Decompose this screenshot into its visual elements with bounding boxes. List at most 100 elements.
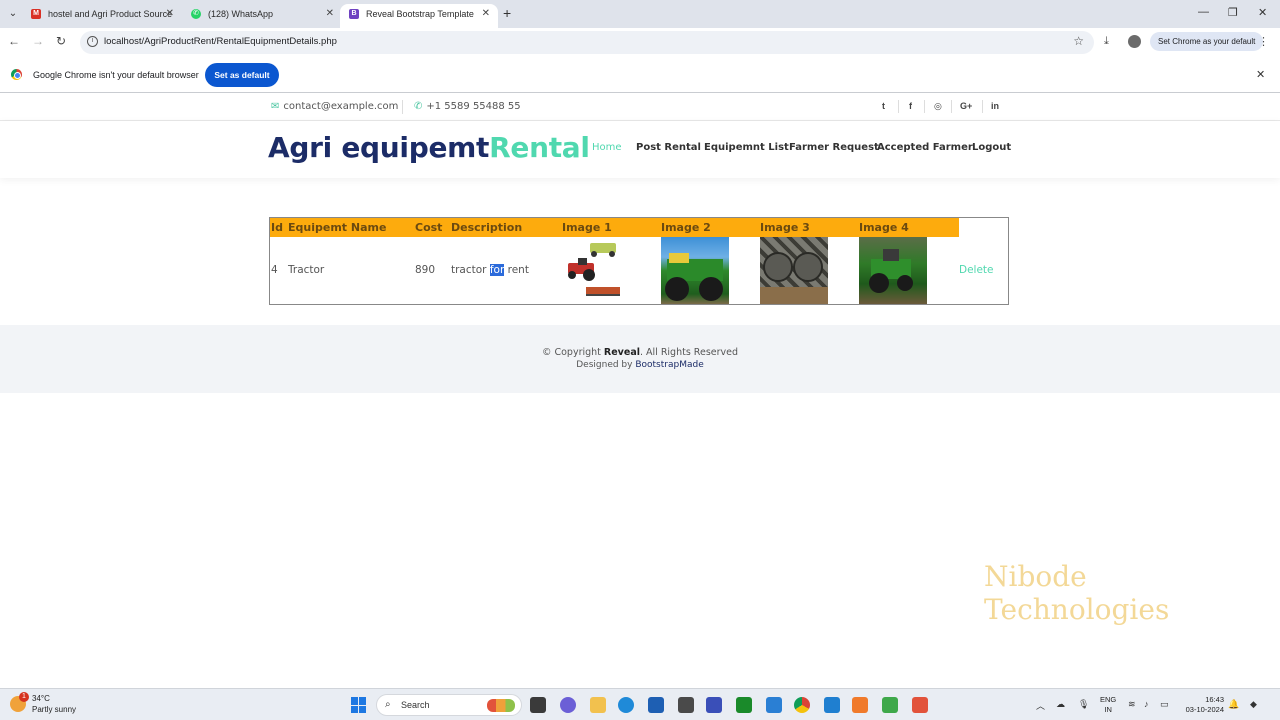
delete-link[interactable]: Delete: [959, 264, 994, 276]
google-plus-icon[interactable]: G+: [960, 101, 972, 111]
col-image-3: Image 3: [760, 221, 810, 234]
col-image-1: Image 1: [562, 221, 612, 234]
nav-equipment-list[interactable]: Equipemnt List: [704, 142, 789, 153]
chrome-icon[interactable]: [794, 697, 810, 713]
site-header: Agri equipemtRental Home Post Rental Equ…: [0, 121, 1280, 178]
system-clock[interactable]: 16:43 03-10-2024: [1180, 695, 1224, 715]
browser-menu-icon[interactable]: ⋮: [1258, 35, 1269, 48]
col-description: Description: [451, 221, 523, 234]
default-browser-infobar: Google Chrome isn't your default browser…: [0, 57, 1280, 93]
nav-post-rental[interactable]: Post Rental: [636, 142, 701, 153]
weather-condition: Partly sunny: [32, 705, 77, 714]
xbox-icon[interactable]: [736, 697, 752, 713]
file-explorer-icon[interactable]: [590, 697, 606, 713]
equipment-image-1: [562, 237, 630, 304]
url-text[interactable]: localhost/AgriProductRent/RentalEquipmen…: [104, 36, 337, 47]
selected-text: for: [489, 264, 505, 276]
tab-search-icon[interactable]: ⌄: [6, 7, 20, 21]
nav-accepted-farmer[interactable]: Accepted Farmer: [877, 142, 973, 153]
tab-reveal[interactable]: B Reveal Bootstrap Template ✕: [340, 4, 498, 28]
col-id: Id: [271, 221, 283, 234]
copyright-text: © Copyright Reveal. All Rights Reserved: [541, 347, 739, 358]
facebook-icon[interactable]: f: [909, 101, 912, 111]
cell-description: tractor for rent: [451, 264, 529, 276]
cell-name: Tractor: [288, 264, 325, 276]
cloud-icon[interactable]: ☁: [1056, 699, 1065, 710]
nav-home[interactable]: Home: [592, 142, 622, 153]
col-image-4: Image 4: [859, 221, 909, 234]
envelope-icon: ✉: [271, 101, 280, 112]
topbar-divider: [402, 100, 403, 114]
social-divider: [951, 100, 952, 113]
copilot-icon[interactable]: ◆: [1250, 699, 1257, 710]
battery-icon[interactable]: ▭: [1160, 699, 1169, 710]
temperature-text: 34°C: [32, 694, 50, 703]
nav-farmer-request[interactable]: Farmer Request: [789, 142, 879, 153]
set-chrome-default-chip[interactable]: Set Chrome as your default: [1150, 32, 1264, 51]
cell-id: 4: [271, 264, 278, 276]
close-icon[interactable]: ✕: [482, 4, 490, 24]
equipment-image-2: [661, 237, 729, 304]
nav-logout[interactable]: Logout: [972, 142, 1011, 153]
table-header: Id Equipemt Name Cost Description Image …: [270, 218, 959, 237]
taskbar-search[interactable]: ⌕ Search: [376, 694, 522, 716]
address-bar[interactable]: i localhost/AgriProductRent/RentalEquipm…: [80, 31, 1094, 54]
volume-icon[interactable]: ♪: [1144, 699, 1149, 709]
bootstrap-icon: B: [349, 9, 359, 19]
col-name: Equipemt Name: [288, 221, 387, 234]
instagram-icon[interactable]: ◎: [934, 101, 942, 112]
windows-start-icon[interactable]: [351, 697, 367, 713]
tab-whatsapp[interactable]: ✆ (128) WhatsApp ✕: [182, 4, 342, 28]
social-divider: [924, 100, 925, 113]
wifi-icon[interactable]: ≋: [1128, 699, 1136, 710]
app-icon[interactable]: [678, 697, 694, 713]
site-footer: © Copyright Reveal. All Rights Reserved …: [0, 325, 1280, 393]
profile-avatar[interactable]: [1128, 35, 1141, 48]
restore-icon[interactable]: ❐: [1228, 6, 1238, 19]
close-icon[interactable]: ✕: [166, 4, 174, 24]
site-logo[interactable]: Agri equipemtRental: [268, 131, 590, 164]
search-icon: ⌕: [385, 699, 391, 710]
notification-bell-icon[interactable]: 🔔: [1228, 699, 1239, 710]
forward-icon[interactable]: →: [32, 34, 44, 48]
download-icon[interactable]: ⤓: [1104, 35, 1109, 48]
back-icon[interactable]: ←: [8, 34, 20, 48]
chevron-up-icon[interactable]: ︿: [1036, 699, 1045, 712]
contact-email[interactable]: ✉ contact@example.com: [271, 101, 398, 112]
microphone-icon[interactable]: 🎙: [1078, 699, 1089, 710]
search-highlight-icon: [487, 699, 515, 712]
close-icon[interactable]: ✕: [326, 4, 334, 24]
app-icon[interactable]: [912, 697, 928, 713]
app-icon[interactable]: [706, 697, 722, 713]
chrome-logo-icon: [11, 69, 22, 80]
social-divider: [982, 100, 983, 113]
site-topbar: ✉ contact@example.com ✆ +1 5589 55488 55 t…: [0, 94, 1280, 121]
equipment-table: Id Equipemt Name Cost Description Image …: [269, 217, 1009, 305]
linkedin-icon[interactable]: in: [991, 101, 999, 111]
minimize-icon[interactable]: —: [1198, 6, 1209, 18]
equipment-image-4: [859, 237, 927, 304]
chat-icon[interactable]: [560, 697, 576, 713]
vscode-icon[interactable]: [824, 697, 840, 713]
site-info-icon[interactable]: i: [87, 36, 98, 47]
bootstrapmade-link[interactable]: BootstrapMade: [635, 360, 703, 370]
task-view-icon[interactable]: [530, 697, 546, 713]
app-icon[interactable]: [766, 697, 782, 713]
tab-gmail[interactable]: M hostel and Agri Product Source ✕: [22, 4, 182, 28]
window-close-icon[interactable]: ✕: [1258, 6, 1267, 19]
twitter-icon[interactable]: t: [882, 101, 885, 111]
store-icon[interactable]: [648, 697, 664, 713]
browser-tab-strip: ⌄ M hostel and Agri Product Source ✕ ✆ (…: [0, 0, 1280, 28]
xampp-icon[interactable]: [852, 697, 868, 713]
bookmark-star-icon[interactable]: ☆: [1073, 34, 1084, 48]
set-as-default-button[interactable]: Set as default: [205, 63, 279, 87]
designed-by-text: Designed by BootstrapMade: [576, 360, 704, 370]
new-tab-button[interactable]: +: [503, 5, 511, 21]
app-icon[interactable]: [882, 697, 898, 713]
edge-icon[interactable]: [618, 697, 634, 713]
infobar-close-icon[interactable]: ✕: [1256, 68, 1265, 81]
reload-icon[interactable]: ↻: [56, 34, 66, 48]
language-indicator[interactable]: ENG IN: [1100, 695, 1116, 715]
windows-taskbar: 1 34°C Partly sunny ⌕ Search ︿ ☁ 🎙 ENG IN…: [0, 688, 1280, 720]
watermark-text: Nibode Technologies: [984, 560, 1170, 626]
